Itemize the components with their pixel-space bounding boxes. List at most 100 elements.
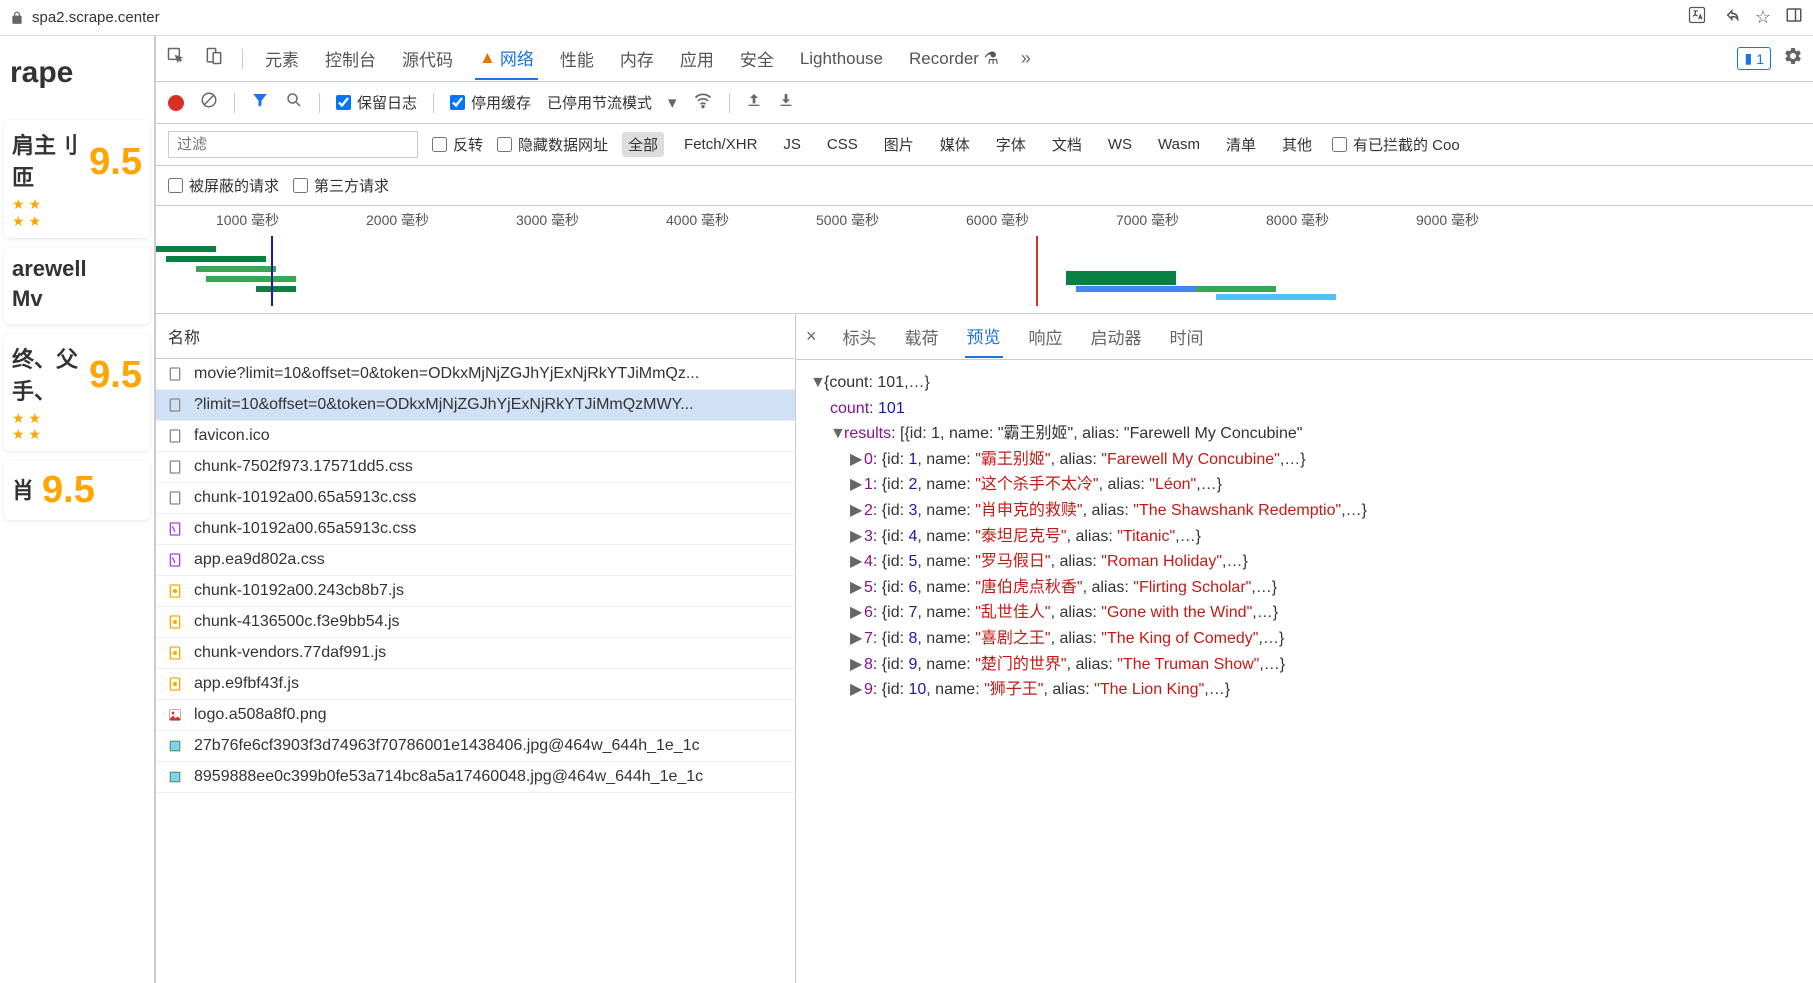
filter-icon[interactable] [251, 91, 269, 114]
filter-img[interactable]: 图片 [878, 132, 920, 157]
detail-tab-response[interactable]: 响应 [1027, 316, 1065, 357]
url-text[interactable]: spa2.scrape.center [32, 9, 1687, 26]
detail-panel: × 标头 载荷 预览 响应 启动器 时间 ▼{count: 101,…}coun… [796, 314, 1813, 983]
settings-icon[interactable] [1783, 46, 1803, 71]
download-icon[interactable] [778, 92, 794, 113]
preserve-log-checkbox[interactable]: 保留日志 [336, 92, 417, 113]
request-row[interactable]: 8959888ee0c399b0fe53a714bc8a5a17460048.j… [156, 762, 795, 793]
filter-js[interactable]: JS [777, 134, 807, 155]
json-preview[interactable]: ▼{count: 101,…}count: 101▼results: [{id:… [796, 360, 1813, 983]
detail-tab-preview[interactable]: 预览 [965, 315, 1003, 358]
request-name: app.ea9d802a.css [194, 551, 785, 569]
detail-tabs: × 标头 载荷 预览 响应 启动器 时间 [796, 314, 1813, 360]
timeline-tick: 1000 毫秒 [216, 210, 279, 230]
detail-tab-headers[interactable]: 标头 [841, 316, 879, 357]
filter-wasm[interactable]: Wasm [1152, 134, 1206, 155]
close-icon[interactable]: × [806, 326, 817, 347]
throttling-select[interactable]: 已停用节流模式 [547, 92, 652, 113]
timeline-tick: 9000 毫秒 [1416, 210, 1479, 230]
device-icon[interactable] [204, 46, 224, 71]
inspect-icon[interactable] [166, 46, 186, 71]
lock-icon [10, 11, 24, 25]
translate-icon[interactable] [1687, 5, 1707, 30]
filter-bar: 反转 隐藏数据网址 全部 Fetch/XHR JS CSS 图片 媒体 字体 文… [156, 124, 1813, 166]
tab-memory[interactable]: 内存 [616, 38, 658, 79]
tab-console[interactable]: 控制台 [321, 38, 380, 79]
third-party-checkbox[interactable]: 第三方请求 [293, 175, 389, 196]
request-row[interactable]: chunk-vendors.77daf991.js [156, 638, 795, 669]
movie-card[interactable]: 肖 9.5 [4, 461, 150, 520]
filter-input[interactable] [168, 131, 418, 158]
tab-performance[interactable]: 性能 [556, 38, 598, 79]
tab-lighthouse[interactable]: Lighthouse [796, 41, 887, 77]
filter-manifest[interactable]: 清单 [1220, 132, 1262, 157]
request-row[interactable]: chunk-4136500c.f3e9bb54.js [156, 607, 795, 638]
request-row[interactable]: movie?limit=10&offset=0&token=ODkxMjNjZG… [156, 359, 795, 390]
devtools: 元素 控制台 源代码 ▲网络 性能 内存 应用 安全 Lighthouse Re… [155, 36, 1813, 983]
request-row[interactable]: chunk-10192a00.243cb8b7.js [156, 576, 795, 607]
timeline-tick: 2000 毫秒 [366, 210, 429, 230]
wifi-icon[interactable] [693, 90, 713, 115]
tab-sources[interactable]: 源代码 [398, 38, 457, 79]
star-icon[interactable]: ☆ [1755, 7, 1771, 28]
filter-doc[interactable]: 文档 [1046, 132, 1088, 157]
request-row[interactable]: chunk-10192a00.65a5913c.css [156, 483, 795, 514]
issues-badge[interactable]: ▮1 [1737, 47, 1771, 70]
clear-icon[interactable] [200, 91, 218, 114]
invert-checkbox[interactable]: 反转 [432, 134, 483, 155]
request-row[interactable]: logo.a508a8f0.png [156, 700, 795, 731]
filter-font[interactable]: 字体 [990, 132, 1032, 157]
more-tabs-icon[interactable]: » [1021, 48, 1031, 69]
request-row[interactable]: chunk-10192a00.65a5913c.css [156, 514, 795, 545]
record-button[interactable] [168, 95, 184, 111]
detail-tab-payload[interactable]: 载荷 [903, 316, 941, 357]
disable-cache-checkbox[interactable]: 停用缓存 [450, 92, 531, 113]
url-actions: ☆ [1687, 5, 1803, 30]
timeline[interactable]: 1000 毫秒2000 毫秒3000 毫秒4000 毫秒5000 毫秒6000 … [156, 206, 1813, 314]
tab-security[interactable]: 安全 [736, 38, 778, 79]
chevron-down-icon[interactable]: ▾ [668, 93, 677, 113]
file-icon [166, 706, 184, 724]
filter-ws[interactable]: WS [1102, 134, 1138, 155]
filter-media[interactable]: 媒体 [934, 132, 976, 157]
filter-all[interactable]: 全部 [622, 132, 664, 157]
file-icon [166, 551, 184, 569]
request-row[interactable]: app.e9fbf43f.js [156, 669, 795, 700]
search-icon[interactable] [285, 91, 303, 114]
tab-application[interactable]: 应用 [676, 38, 718, 79]
upload-icon[interactable] [746, 92, 762, 113]
filter-other[interactable]: 其他 [1276, 132, 1318, 157]
detail-tab-timing[interactable]: 时间 [1168, 316, 1206, 357]
tab-recorder[interactable]: Recorder ⚗ [905, 41, 1003, 77]
file-icon [166, 365, 184, 383]
tab-elements[interactable]: 元素 [261, 38, 303, 79]
request-list-header: 名称 [156, 314, 795, 359]
timeline-tick: 3000 毫秒 [516, 210, 579, 230]
movie-card[interactable]: arewell Mv [4, 248, 150, 324]
hide-data-checkbox[interactable]: 隐藏数据网址 [497, 134, 608, 155]
filter-fetch[interactable]: Fetch/XHR [678, 134, 763, 155]
filter-css[interactable]: CSS [821, 134, 864, 155]
panel-icon[interactable] [1785, 6, 1803, 29]
movie-card[interactable]: 终、父手、 9.5 ★ ★★ ★ [4, 334, 150, 452]
request-name: ?limit=10&offset=0&token=ODkxMjNjZGJhYjE… [194, 396, 785, 414]
tab-network[interactable]: ▲网络 [475, 37, 538, 80]
request-row[interactable]: chunk-7502f973.17571dd5.css [156, 452, 795, 483]
blocked-cookies-checkbox[interactable]: 有已拦截的 Coo [1332, 134, 1460, 155]
movie-card[interactable]: 肩主刂匝 9.5 ★ ★★ ★ [4, 120, 150, 238]
timeline-tick: 6000 毫秒 [966, 210, 1029, 230]
chat-icon: ▮ [1744, 50, 1752, 67]
file-icon [166, 396, 184, 414]
file-icon [166, 613, 184, 631]
detail-tab-initiator[interactable]: 启动器 [1089, 316, 1144, 357]
request-row[interactable]: favicon.ico [156, 421, 795, 452]
network-toolbar: 保留日志 停用缓存 已停用节流模式 ▾ [156, 82, 1813, 124]
request-row[interactable]: ?limit=10&offset=0&token=ODkxMjNjZGJhYjE… [156, 390, 795, 421]
file-icon [166, 427, 184, 445]
share-icon[interactable] [1721, 5, 1741, 30]
request-row[interactable]: app.ea9d802a.css [156, 545, 795, 576]
request-row[interactable]: 27b76fe6cf3903f3d74963f70786001e1438406.… [156, 731, 795, 762]
blocked-req-checkbox[interactable]: 被屏蔽的请求 [168, 175, 279, 196]
timeline-tick: 7000 毫秒 [1116, 210, 1179, 230]
brand-text: rape [0, 36, 154, 110]
